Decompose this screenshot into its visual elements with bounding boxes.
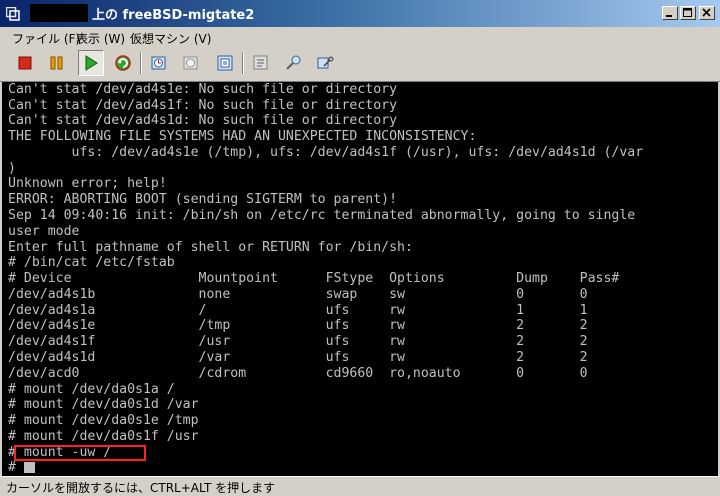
console-line: # mount /dev/da0s1f /usr (8, 429, 199, 444)
console-line: Sep 14 09:40:16 init: /bin/sh on /etc/rc… (8, 208, 636, 223)
snapshot-icon[interactable] (146, 50, 172, 76)
menu-view[interactable]: 表示 (W) (76, 30, 125, 47)
status-bar: カーソルを開放するには、CTRL+ALT を押します (0, 476, 720, 495)
vm-console[interactable]: Can't stat /dev/ad4s1e: No such file or … (2, 82, 718, 476)
console-line: Unknown error; help! (8, 176, 167, 191)
maximize-button[interactable] (680, 6, 696, 20)
close-button[interactable] (699, 6, 715, 20)
console-line: # Device Mountpoint FStype Options Dump … (8, 271, 620, 286)
console-line: THE FOLLOWING FILE SYSTEMS HAD AN UNEXPE… (8, 129, 477, 144)
console-line: /dev/acd0 /cdrom cd9660 ro,noauto 0 0 (8, 366, 588, 381)
menu-vm[interactable]: 仮想マシン (V) (130, 30, 211, 47)
revert-snapshot-icon[interactable] (178, 50, 204, 76)
window-title: 上の freeBSD-migtate2 (92, 8, 255, 23)
toolbar (0, 47, 720, 82)
status-text: カーソルを開放するには、CTRL+ALT を押します (6, 481, 276, 495)
console-line: /dev/ad4s1d /var ufs rw 2 2 (8, 350, 588, 365)
console-line: /dev/ad4s1e /tmp ufs rw 2 2 (8, 318, 588, 333)
stop-icon[interactable] (12, 50, 38, 76)
snapshot-manager-icon[interactable] (212, 50, 238, 76)
console-line: Enter full pathname of shell or RETURN f… (8, 240, 413, 255)
highlight-annotation (14, 445, 146, 461)
console-line: ) (8, 161, 16, 176)
pause-icon[interactable] (44, 50, 70, 76)
text-cursor (24, 462, 35, 473)
minimize-button[interactable] (662, 6, 678, 20)
console-line: # /bin/cat /etc/fstab (8, 255, 175, 270)
console-line: user mode (8, 224, 80, 239)
console-prompt: # (8, 460, 16, 475)
console-line: # mount /dev/da0s1a / (8, 382, 175, 397)
console-line: Can't stat /dev/ad4s1e: No such file or … (8, 82, 398, 97)
console-line: /dev/ad4s1a / ufs rw 1 1 (8, 303, 588, 318)
vmware-logo-icon (5, 6, 20, 21)
menu-file[interactable]: ファイル (F) (12, 30, 80, 47)
console-line: Can't stat /dev/ad4s1f: No such file or … (8, 98, 398, 113)
reset-icon[interactable] (110, 50, 136, 76)
console-line: /dev/ad4s1b none swap sw 0 0 (8, 287, 588, 302)
tools-icon[interactable] (280, 50, 306, 76)
console-line: /dev/ad4s1f /usr ufs rw 2 2 (8, 334, 588, 349)
console-line: # mount /dev/da0s1d /var (8, 397, 199, 412)
title-bar[interactable]: 上の freeBSD-migtate2 (0, 0, 720, 27)
connect-icon[interactable] (312, 50, 338, 76)
play-icon[interactable] (78, 50, 104, 76)
redacted-block (30, 4, 88, 22)
console-line: ERROR: ABORTING BOOT (sending SIGTERM to… (8, 192, 398, 207)
console-line: # mount /dev/da0s1e /tmp (8, 413, 199, 428)
settings-icon[interactable] (248, 50, 274, 76)
menu-bar: ファイル (F) 表示 (W) 仮想マシン (V) (0, 27, 720, 47)
console-line: ufs: /dev/ad4s1e (/tmp), ufs: /dev/ad4s1… (8, 145, 644, 160)
console-line: Can't stat /dev/ad4s1d: No such file or … (8, 113, 398, 128)
